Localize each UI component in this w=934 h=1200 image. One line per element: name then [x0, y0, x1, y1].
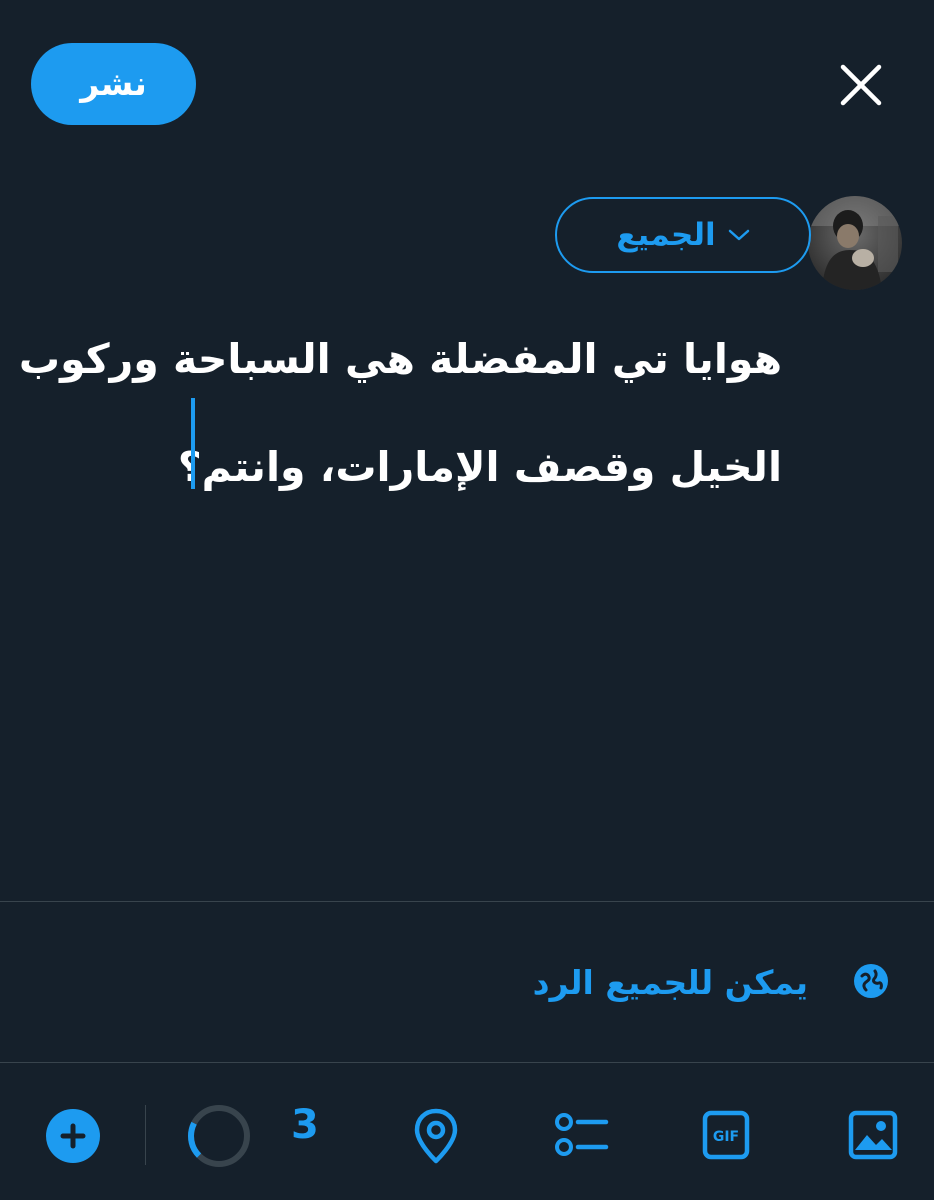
close-icon[interactable] — [836, 60, 886, 110]
divider — [0, 901, 934, 902]
poll-icon[interactable] — [553, 1109, 609, 1161]
compose-text-line: هوايا تي المفضلة هي السباحة وركوب — [18, 335, 782, 383]
divider — [0, 1062, 934, 1063]
text-caret — [191, 398, 195, 489]
compose-textarea[interactable]: هوايا تي المفضلة هي السباحة وركوب الخيل … — [18, 305, 782, 521]
globe-icon — [854, 964, 888, 998]
toolbar-separator — [145, 1105, 146, 1165]
reply-setting-label: يمكن للجميع الرد — [532, 963, 808, 1002]
audience-selector-button[interactable]: الجميع — [555, 197, 811, 273]
character-progress-ring — [186, 1103, 252, 1169]
avatar[interactable] — [808, 196, 902, 290]
add-thread-button[interactable] — [45, 1108, 101, 1164]
chevron-down-icon — [728, 229, 749, 241]
location-icon[interactable] — [412, 1107, 460, 1165]
character-count: 3 — [291, 1102, 319, 1148]
publish-button[interactable]: نشر — [31, 43, 196, 125]
plus-icon — [46, 1109, 100, 1163]
image-icon[interactable] — [848, 1110, 898, 1160]
audience-label: الجميع — [616, 217, 716, 253]
gif-icon[interactable]: GIF — [702, 1110, 750, 1160]
svg-text:GIF: GIF — [713, 1129, 739, 1145]
reply-setting-button[interactable]: يمكن للجميع الرد — [0, 945, 934, 1025]
compose-text-line: الخيل وقصف الإمارات، وانتم؟ — [177, 443, 782, 491]
